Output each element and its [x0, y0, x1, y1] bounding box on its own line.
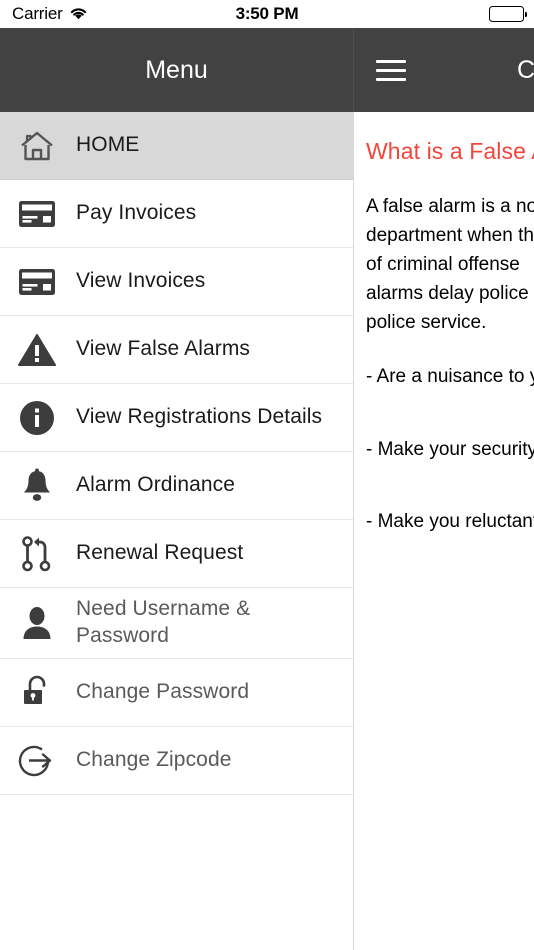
menu-item-label: Change Password — [76, 679, 250, 703]
home-icon — [14, 124, 60, 168]
status-bar: Carrier 3:50 PM — [0, 0, 534, 28]
sign-out-icon — [14, 738, 60, 782]
menu-item-alarm-ordinance[interactable]: Alarm Ordinance — [0, 452, 353, 520]
app-root: Carrier 3:50 PM Menu C HOME Pay Invoices… — [0, 0, 534, 950]
content-bullet: - Make your security — [366, 438, 534, 460]
menu-item-change-zipcode[interactable]: Change Zipcode — [0, 726, 353, 795]
content-panel: What is a False A A false alarm is a no … — [354, 112, 534, 950]
user-icon — [14, 601, 60, 645]
drawer-empty-area — [0, 794, 353, 915]
menu-item-label: Alarm Ordinance — [76, 473, 236, 497]
content-title: C — [517, 55, 534, 84]
menu-item-label: View False Alarms — [76, 337, 251, 361]
content-bullet: - Make you reluctant — [366, 511, 534, 533]
drawer-navbar: Menu — [0, 28, 354, 112]
menu-item-label: Renewal Request — [76, 541, 244, 565]
clock-label: 3:50 PM — [235, 4, 299, 23]
menu-item-renewal-request[interactable]: Renewal Request — [0, 520, 353, 588]
menu-item-view-invoices[interactable]: View Invoices — [0, 248, 353, 316]
menu-item-home[interactable]: HOME — [0, 112, 353, 180]
info-circle-icon — [14, 396, 60, 440]
menu-item-view-registrations-details[interactable]: View Registrations Details — [0, 384, 353, 452]
warning-triangle-icon — [14, 328, 60, 372]
credit-card-icon — [14, 260, 60, 304]
content-heading: What is a False A — [366, 138, 534, 164]
content-navbar: C — [354, 28, 534, 112]
menu-list: HOME Pay Invoices View Invoices View Fal… — [0, 112, 353, 795]
body-row: HOME Pay Invoices View Invoices View Fal… — [0, 112, 534, 950]
menu-item-label: HOME — [76, 133, 140, 157]
menu-item-need-username-password[interactable]: Need Username & Password — [0, 588, 353, 659]
battery-full-icon — [489, 6, 527, 22]
drawer-title: Menu — [145, 55, 208, 84]
bell-icon — [14, 464, 60, 508]
menu-item-label: View Registrations Details — [76, 405, 323, 429]
menu-item-change-password[interactable]: Change Password — [0, 658, 353, 727]
unlock-icon — [14, 670, 60, 714]
navigation-bar-row: Menu C — [0, 28, 534, 112]
menu-item-label: Need Username & Password — [76, 597, 251, 647]
menu-item-label: Change Zipcode — [76, 747, 232, 771]
menu-item-pay-invoices[interactable]: Pay Invoices — [0, 180, 353, 248]
pull-request-icon — [14, 532, 60, 576]
content-paragraph: A false alarm is a no department when th… — [366, 196, 534, 333]
menu-item-view-false-alarms[interactable]: View False Alarms — [0, 316, 353, 384]
side-drawer: HOME Pay Invoices View Invoices View Fal… — [0, 112, 354, 950]
hamburger-menu-icon[interactable] — [376, 59, 406, 81]
menu-item-label: Pay Invoices — [76, 201, 197, 225]
content-bullet: - Are a nuisance to y — [366, 366, 534, 388]
menu-item-label: View Invoices — [76, 269, 206, 293]
credit-card-icon — [14, 192, 60, 236]
